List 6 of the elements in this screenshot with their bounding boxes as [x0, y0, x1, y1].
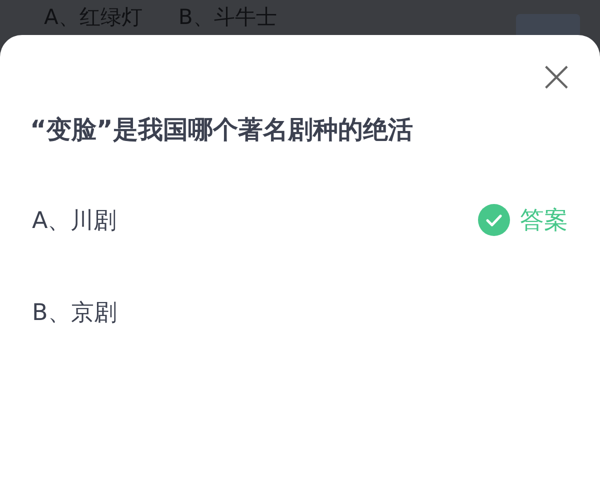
- close-button[interactable]: ×: [538, 59, 574, 95]
- question-text: “变脸”是我国哪个著名剧种的绝活: [30, 114, 414, 146]
- option-text: B、京剧: [32, 298, 117, 328]
- option-text: A、川剧: [32, 206, 117, 236]
- answer-label: 答案: [520, 205, 568, 236]
- check-circle-icon: [478, 204, 510, 236]
